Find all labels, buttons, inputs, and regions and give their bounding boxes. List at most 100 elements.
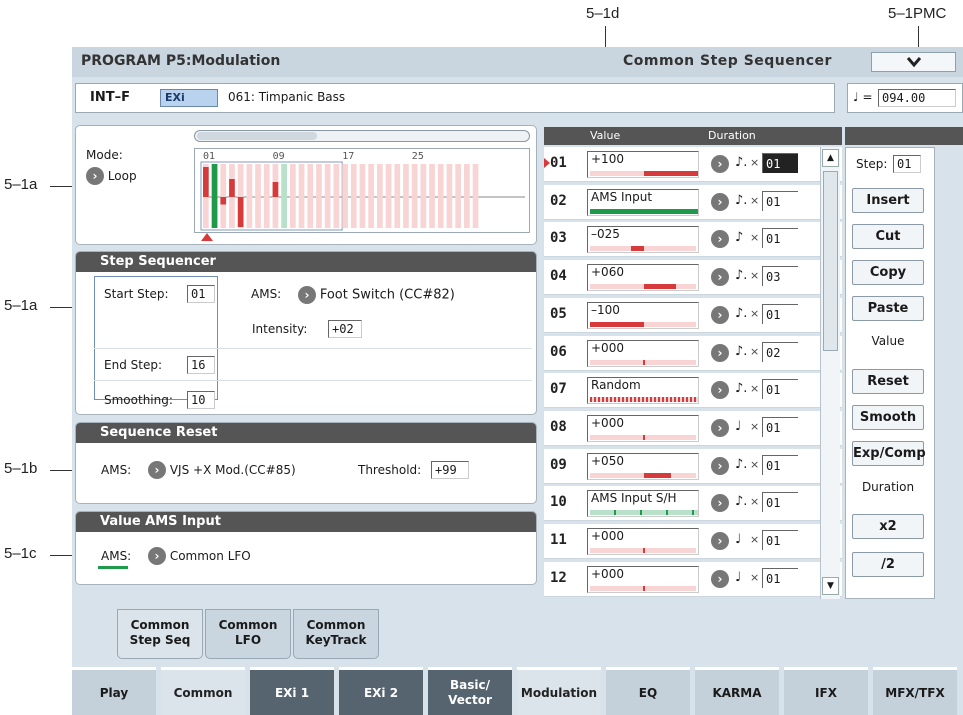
duration-field[interactable]: 01	[762, 567, 798, 588]
mode-selector[interactable]: › Loop	[86, 167, 137, 185]
tab-eq[interactable]: EQ	[606, 667, 690, 715]
chevron-right-icon[interactable]: ›	[711, 268, 729, 287]
tab-mfx-tfx[interactable]: MFX/TFX	[873, 667, 957, 715]
table-row[interactable]: 04 +060 › ♪. × 03	[544, 260, 842, 296]
step-value-field[interactable]: –025	[587, 226, 699, 254]
step-value-field[interactable]: Random	[587, 377, 699, 405]
subtab-common-lfo[interactable]: Common LFO	[205, 609, 291, 659]
intensity-label: Intensity:	[252, 322, 308, 336]
copy-button[interactable]: Copy	[852, 260, 924, 285]
intensity-field[interactable]: +02	[328, 320, 362, 338]
duration-field[interactable]: 01	[762, 303, 798, 324]
duration-x2-button[interactable]: x2	[852, 514, 924, 539]
chevron-right-icon[interactable]: ›	[711, 343, 729, 362]
chevron-right-icon[interactable]: ›	[711, 192, 729, 211]
multiply-sign: ×	[750, 382, 760, 396]
chevron-right-icon[interactable]: ›	[711, 381, 729, 400]
start-step-field[interactable]: 01	[187, 285, 215, 303]
exp-comp-button[interactable]: Exp/Comp	[852, 441, 926, 466]
va-ams-selector[interactable]: › Common LFO	[148, 547, 251, 565]
subtab-common-step-seq[interactable]: Common Step Seq	[117, 609, 203, 659]
reset-button[interactable]: Reset	[852, 369, 924, 394]
value-ams-header: Value AMS Input	[76, 512, 536, 532]
step-value-field[interactable]: +000	[587, 565, 699, 593]
threshold-field[interactable]: +99	[431, 461, 469, 479]
step-value-field[interactable]: +000	[587, 528, 699, 555]
table-row[interactable]: 07 Random › ♪. × 01	[544, 373, 842, 409]
step-field[interactable]: 01	[893, 155, 921, 173]
tempo-value[interactable]: 094.00	[878, 89, 956, 107]
chevron-right-icon[interactable]: ›	[711, 494, 729, 513]
step-value-field[interactable]: +000	[587, 414, 699, 442]
tempo-display[interactable]: ♩ = 094.00	[847, 83, 963, 113]
paste-button[interactable]: Paste	[852, 296, 924, 321]
duration-field[interactable]: 01	[762, 492, 798, 513]
duration-field[interactable]: 02	[762, 341, 798, 362]
chevron-right-icon[interactable]: ›	[711, 305, 729, 324]
step-value-field[interactable]: +000	[587, 339, 699, 367]
chevron-right-icon[interactable]: ›	[711, 230, 729, 249]
subtab-common-keytrack[interactable]: Common KeyTrack	[293, 609, 379, 659]
scroll-down-icon[interactable]: ▼	[822, 577, 839, 595]
chevron-right-icon[interactable]: ›	[711, 418, 729, 437]
note-icon: ♩	[735, 418, 742, 434]
overview-scroll-thumb[interactable]	[197, 132, 317, 140]
step-value-field[interactable]: –100	[587, 301, 699, 329]
table-row[interactable]: 09 +050 › ♪. × 01	[544, 448, 842, 484]
table-row[interactable]: 05 –100 › ♪. × 01	[544, 297, 842, 333]
tab-ifx[interactable]: IFX	[784, 667, 868, 715]
table-row[interactable]: 10 AMS Input S/H › ♪. × 01	[544, 486, 842, 522]
table-row[interactable]: 06 +000 › ♪. × 02	[544, 335, 842, 371]
step-value-field[interactable]: AMS Input	[587, 188, 699, 216]
value-section-label: Value	[871, 334, 905, 348]
chevron-right-icon[interactable]: ›	[711, 155, 729, 173]
insert-button[interactable]: Insert	[852, 188, 924, 213]
table-row[interactable]: 11 +000 › ♩ × 01	[544, 524, 842, 559]
program-select-row[interactable]: INT–F EXi 061: Timpanic Bass	[75, 83, 835, 113]
duration-div2-button[interactable]: /2	[852, 552, 924, 577]
ss-ams-selector[interactable]: › Foot Switch (CC#82)	[298, 286, 455, 304]
tab-play[interactable]: Play	[72, 667, 156, 715]
step-value-field[interactable]: +050	[587, 452, 699, 480]
step-value-field[interactable]: +100	[587, 151, 699, 178]
duration-field[interactable]: 01	[762, 153, 798, 173]
cut-button[interactable]: Cut	[852, 224, 924, 249]
tab-basic[interactable]: Basic/Vector	[428, 667, 512, 715]
table-row[interactable]: 03 –025 › ♪ × 01	[544, 222, 842, 258]
overview-step-bg	[255, 164, 261, 228]
duration-field[interactable]: 01	[762, 530, 798, 550]
table-scrollbar[interactable]: ▲ ▼	[820, 147, 840, 599]
step-overview[interactable]: 01 09 17 25	[194, 148, 530, 233]
chevron-right-icon[interactable]: ›	[711, 456, 729, 475]
table-row[interactable]: 02 AMS Input › ♪. × 01	[544, 184, 842, 220]
overview-step-bg	[342, 164, 348, 228]
sr-ams-selector[interactable]: › VJS +X Mod.(CC#85)	[148, 461, 296, 479]
tab-exi-2[interactable]: EXi 2	[339, 667, 423, 715]
tab-common[interactable]: Common	[161, 667, 245, 715]
step-value-field[interactable]: +060	[587, 264, 699, 292]
scroll-thumb[interactable]	[823, 171, 838, 351]
duration-field[interactable]: 01	[762, 379, 798, 400]
chevron-right-icon[interactable]: ›	[711, 532, 729, 550]
step-value-field[interactable]: AMS Input S/H	[587, 490, 699, 518]
duration-field[interactable]: 01	[762, 416, 798, 437]
duration-field[interactable]: 01	[762, 454, 798, 475]
table-row[interactable]: 01 +100 › ♪. × 01	[544, 147, 842, 182]
duration-field[interactable]: 03	[762, 266, 798, 287]
smoothing-field[interactable]: 10	[187, 391, 215, 409]
table-row[interactable]: 12 +000 › ♩ × 01	[544, 561, 842, 597]
duration-field[interactable]: 01	[762, 228, 798, 249]
tab-karma[interactable]: KARMA	[695, 667, 779, 715]
chevron-right-icon[interactable]: ›	[711, 569, 729, 588]
callout-5-1c: 5–1c	[4, 545, 37, 562]
page-menu-button[interactable]	[871, 52, 956, 72]
smooth-button[interactable]: Smooth	[852, 405, 924, 430]
table-row[interactable]: 08 +000 › ♩ × 01	[544, 410, 842, 446]
end-step-field[interactable]: 16	[187, 356, 215, 374]
tab-exi-1[interactable]: EXi 1	[250, 667, 334, 715]
step-number: 01	[550, 155, 567, 171]
overview-scrollbar[interactable]	[194, 130, 530, 142]
scroll-up-icon[interactable]: ▲	[822, 149, 839, 167]
tab-modulation[interactable]: Modulation	[517, 667, 601, 715]
duration-field[interactable]: 01	[762, 190, 798, 211]
